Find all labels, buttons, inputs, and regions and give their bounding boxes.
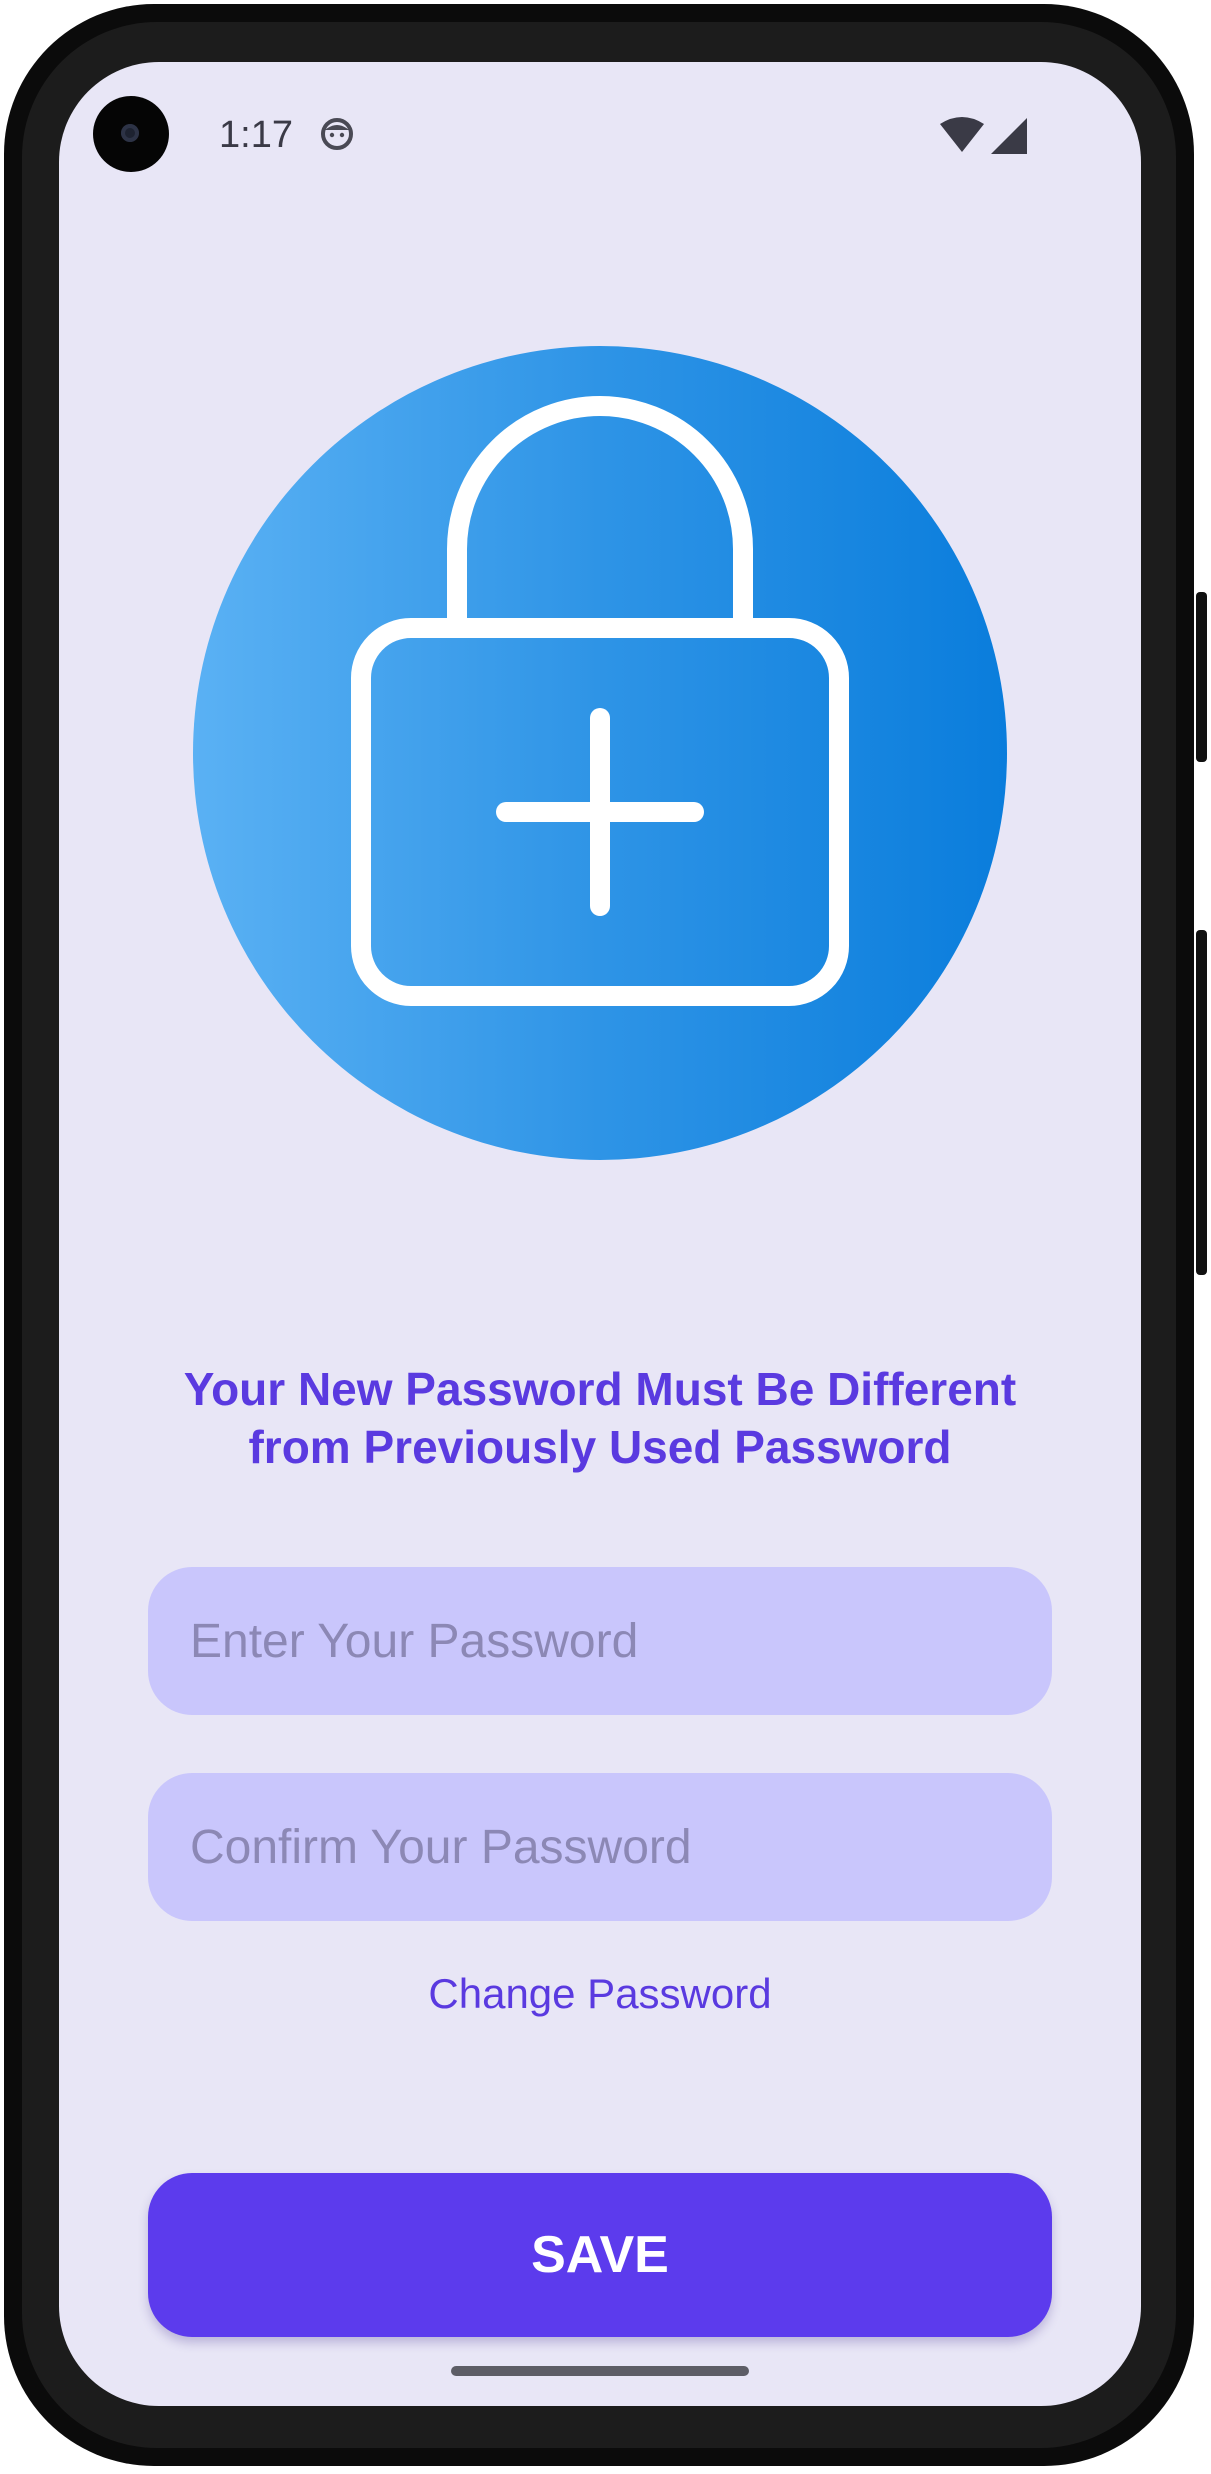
new-password-input[interactable] xyxy=(148,1567,1052,1715)
home-indicator[interactable] xyxy=(451,2366,749,2376)
face-notification-icon xyxy=(321,118,353,150)
page-heading: Your New Password Must Be Different from… xyxy=(159,1360,1041,1476)
cell-signal-icon xyxy=(991,118,1027,154)
heading-line-1: Your New Password Must Be Different xyxy=(183,1363,1017,1415)
lock-plus-icon xyxy=(351,396,849,1006)
wifi-icon xyxy=(940,117,984,152)
volume-button xyxy=(1196,930,1207,1275)
heading-line-2: from Previously Used Password xyxy=(248,1421,952,1473)
front-camera xyxy=(93,96,169,172)
change-password-link[interactable]: Change Password xyxy=(59,1970,1141,2018)
app-screen: 1:17 Your New Password Must Be Different… xyxy=(59,62,1141,2406)
status-time: 1:17 xyxy=(219,114,293,156)
confirm-password-input[interactable] xyxy=(148,1773,1052,1921)
lock-illustration xyxy=(193,346,1007,1160)
power-button xyxy=(1196,592,1207,762)
save-button[interactable]: SAVE xyxy=(148,2173,1052,2337)
